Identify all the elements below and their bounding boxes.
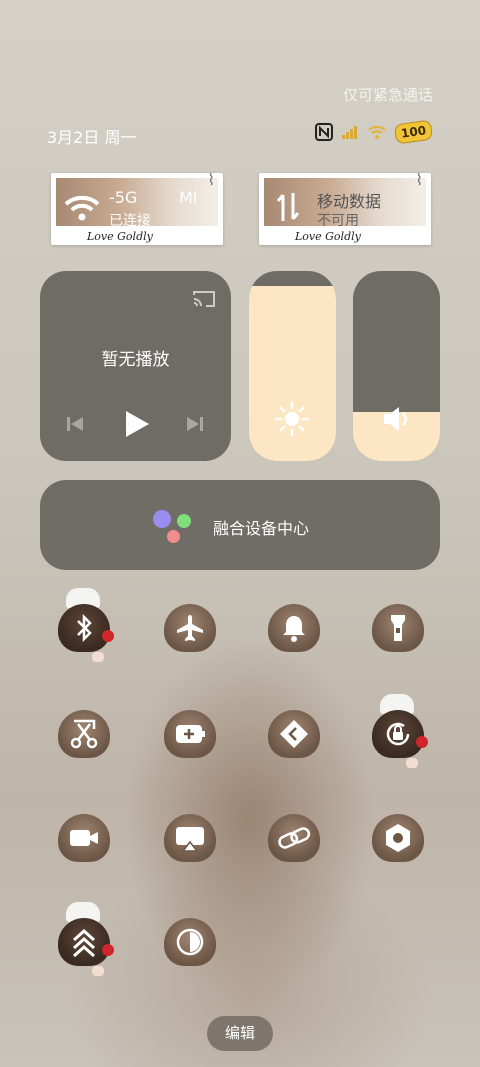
mobile-data-status: 不可用 xyxy=(317,213,359,229)
date-label: 3月2日 周一 xyxy=(47,128,137,147)
bell-icon xyxy=(283,616,305,642)
toggle-hotspot[interactable] xyxy=(262,806,324,868)
play-icon[interactable] xyxy=(123,409,151,439)
media-title: 暂无播放 xyxy=(101,350,170,370)
toggle-silent[interactable] xyxy=(262,596,324,658)
hexagon-icon xyxy=(386,824,410,852)
bluetooth-icon xyxy=(77,613,92,643)
navigation-icon xyxy=(280,720,308,748)
wifi-name-extra: MI xyxy=(179,188,198,207)
wifi-status: 已连接 xyxy=(109,213,151,229)
toggle-performance[interactable] xyxy=(52,902,114,976)
data-arrows-icon xyxy=(276,193,300,221)
toggle-screenshot[interactable] xyxy=(52,702,114,764)
video-icon xyxy=(70,830,98,846)
wifi-name: -5G xyxy=(109,188,138,207)
emergency-call-text: 仅可紧急通话 xyxy=(342,86,433,104)
fusion-label: 融合设备中心 xyxy=(213,519,310,538)
fusion-device-center[interactable]: 融合设备中心 xyxy=(40,480,440,570)
wifi-card[interactable]: -5G MI 已连接 ⌇ Love Goldly xyxy=(51,170,223,245)
toggle-bluetooth[interactable] xyxy=(52,588,114,662)
mobile-data-card[interactable]: 移动数据 不可用 ⌇ Love Goldly xyxy=(259,170,431,245)
toggle-airplane[interactable] xyxy=(158,596,220,658)
flashlight-icon xyxy=(391,615,405,641)
toggle-dark-mode[interactable] xyxy=(158,910,220,972)
wifi-icon xyxy=(64,195,100,221)
rose-decoration xyxy=(102,944,114,956)
brightness-slider[interactable] xyxy=(249,271,336,461)
toggle-screen-record[interactable] xyxy=(52,806,114,868)
signal-icon xyxy=(341,126,357,139)
link-icon xyxy=(278,827,311,849)
toggle-settings[interactable] xyxy=(366,806,428,868)
toggle-location[interactable] xyxy=(262,702,324,764)
volume-slider[interactable] xyxy=(353,271,440,461)
media-player[interactable]: 暂无播放 xyxy=(40,271,231,461)
mobile-data-title: 移动数据 xyxy=(317,192,382,211)
battery-icon: 100 xyxy=(393,119,434,145)
rose-decoration xyxy=(416,736,428,748)
cast-icon[interactable] xyxy=(191,289,217,309)
status-icons: 100 xyxy=(314,119,434,145)
airplane-icon xyxy=(177,615,203,641)
speaker-icon xyxy=(384,407,407,431)
edit-label: 编辑 xyxy=(224,1024,255,1042)
card-signature: Love Goldly xyxy=(295,230,361,243)
card-signature: Love Goldly xyxy=(87,230,153,243)
wifi-icon xyxy=(368,125,386,139)
toggle-rotation-lock[interactable] xyxy=(366,694,428,768)
sun-icon xyxy=(274,401,310,437)
rotation-lock-icon xyxy=(386,722,410,746)
nfc-icon xyxy=(314,123,333,141)
rose-decoration xyxy=(102,630,114,642)
edit-button[interactable]: 编辑 xyxy=(207,1016,273,1051)
battery-plus-icon xyxy=(176,725,205,743)
chevrons-up-icon xyxy=(72,928,96,958)
toggle-cast-screen[interactable] xyxy=(158,806,220,868)
next-icon[interactable] xyxy=(185,414,205,434)
contrast-icon xyxy=(176,928,204,956)
previous-icon[interactable] xyxy=(65,414,85,434)
scissors-icon xyxy=(70,719,98,749)
screen-cast-icon xyxy=(176,827,204,852)
paperclip-icon: ⌇ xyxy=(207,170,215,189)
toggle-flashlight[interactable] xyxy=(366,596,428,658)
paperclip-icon: ⌇ xyxy=(415,170,423,189)
fusion-dots-icon xyxy=(153,510,195,544)
toggle-battery-saver[interactable] xyxy=(158,702,220,764)
